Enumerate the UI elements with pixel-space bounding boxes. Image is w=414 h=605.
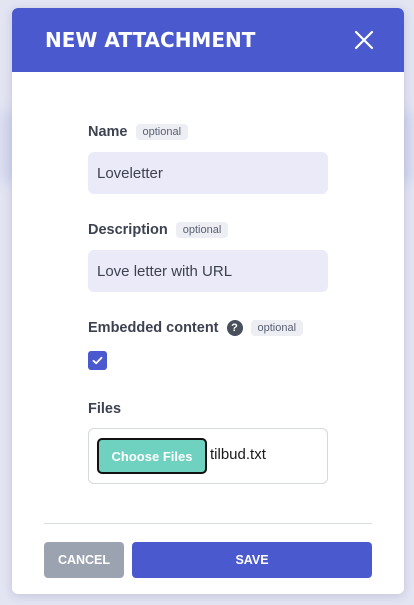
checkmark-icon [92, 356, 103, 365]
name-optional-badge: optional [135, 124, 189, 140]
close-icon [354, 30, 374, 50]
description-label-row: Description optional [88, 219, 229, 241]
embedded-content-checkbox[interactable] [88, 351, 107, 370]
embedded-optional-badge: optional [250, 320, 304, 336]
name-input[interactable] [88, 152, 328, 194]
cancel-button[interactable]: CANCEL [44, 542, 124, 578]
description-optional-badge: optional [175, 222, 229, 238]
description-input[interactable] [88, 250, 328, 292]
question-icon[interactable]: ? [226, 320, 243, 336]
name-label: Name [88, 124, 128, 140]
name-label-row: Name optional [88, 121, 189, 143]
modal-header: NEW ATTACHMENT [12, 8, 404, 72]
files-label-row: Files [88, 398, 121, 420]
attachment-modal: NEW ATTACHMENT Name optional Description… [12, 8, 404, 594]
choose-files-button[interactable]: Choose Files [97, 438, 207, 474]
files-label: Files [88, 401, 122, 417]
embedded-label-row: Embedded content ? optional [88, 317, 304, 339]
description-label: Description [88, 222, 168, 238]
modal-title: NEW ATTACHMENT [45, 28, 256, 52]
selected-file-name: tilbud.txt [210, 446, 266, 463]
embedded-label: Embedded content [88, 320, 219, 336]
close-button[interactable] [352, 28, 376, 52]
footer-divider [44, 523, 372, 524]
file-input: Choose Files tilbud.txt [88, 428, 328, 484]
save-button[interactable]: SAVE [132, 542, 372, 578]
